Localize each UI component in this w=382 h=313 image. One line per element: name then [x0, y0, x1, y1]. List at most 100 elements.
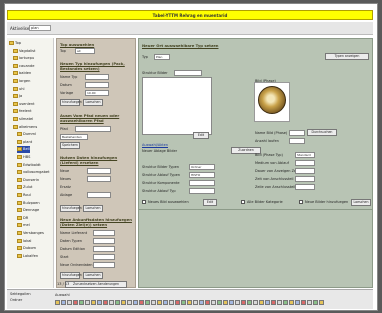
- toolbar-tool-icon[interactable]: [91, 300, 96, 305]
- main-type-select[interactable]: Plan: [154, 54, 170, 60]
- tree-item[interactable]: feelent: [13, 108, 32, 115]
- folder-select[interactable]: Bestehenden: [60, 134, 88, 140]
- toolbar-tool-icon[interactable]: [235, 300, 240, 305]
- tree-item[interactable]: alkeimens: [13, 124, 37, 131]
- toolbar-tool-icon[interactable]: [283, 300, 288, 305]
- tree-item[interactable]: Roul: [17, 192, 31, 199]
- toolbar-tool-icon[interactable]: [73, 300, 78, 305]
- toolbar-tool-icon[interactable]: [55, 300, 60, 305]
- all-images-checkbox[interactable]: [241, 200, 245, 204]
- toolbar-tool-icon[interactable]: [169, 300, 174, 305]
- arrival-field3-input[interactable]: [93, 246, 115, 252]
- toolbar-tool-icon[interactable]: [211, 300, 216, 305]
- add-type-button[interactable]: hinzufuegen: [60, 99, 82, 106]
- duration-input[interactable]: [295, 168, 315, 174]
- toolbar-tool-icon[interactable]: [259, 300, 264, 305]
- tree-item[interactable]: DR: [17, 215, 28, 222]
- count-input[interactable]: [289, 138, 305, 144]
- toolbar-tool-icon[interactable]: [253, 300, 258, 305]
- toolbar-tool-icon[interactable]: [295, 300, 300, 305]
- time-input[interactable]: [295, 176, 315, 182]
- toolbar-tool-icon[interactable]: [85, 300, 90, 305]
- toolbar-tool-icon[interactable]: [121, 300, 126, 305]
- arrival-field4-input[interactable]: [93, 254, 115, 260]
- toolbar-tool-icon[interactable]: [247, 300, 252, 305]
- tree-item[interactable]: Dubom: [17, 245, 36, 252]
- tree-item[interactable]: uhl: [13, 86, 25, 93]
- edit-button[interactable]: Edit: [193, 132, 209, 139]
- toolbar-tool-icon[interactable]: [307, 300, 312, 305]
- path-input[interactable]: [75, 126, 111, 132]
- toolbar-tool-icon[interactable]: [67, 300, 72, 305]
- save-path-button[interactable]: Speichern: [60, 142, 80, 149]
- row4-input[interactable]: [189, 188, 215, 194]
- field2-input[interactable]: [87, 176, 111, 182]
- add-arrival-button[interactable]: hinzufuegen: [60, 272, 82, 279]
- tree-item[interactable]: vollosomgabet: [17, 169, 49, 176]
- name-input[interactable]: [85, 74, 109, 80]
- options-delete-button[interactable]: Loeschen: [351, 199, 371, 206]
- image-listbox[interactable]: [142, 77, 212, 135]
- toolbar-tool-icon[interactable]: [175, 300, 180, 305]
- browse-button[interactable]: Durchsuchen: [307, 129, 337, 136]
- delete-arrival-button[interactable]: Loeschen: [83, 272, 103, 279]
- toolbar-tool-icon[interactable]: [241, 300, 246, 305]
- toolbar-tool-icon[interactable]: [319, 300, 324, 305]
- mode-select[interactable]: plan: [29, 25, 51, 31]
- tree-item[interactable]: Versbanges: [17, 230, 44, 237]
- tree-item[interactable]: Lokalfen: [17, 253, 38, 260]
- toolbar-tool-icon[interactable]: [313, 300, 318, 305]
- toolbar-tool-icon[interactable]: [97, 300, 102, 305]
- select-image-checkbox[interactable]: [142, 200, 146, 204]
- tree-item[interactable]: Vagdalist: [13, 48, 35, 55]
- tree-item[interactable]: Dumml: [17, 131, 36, 138]
- toolbar-tool-icon[interactable]: [199, 300, 204, 305]
- tree-item[interactable]: Bell: [17, 146, 30, 154]
- line-input[interactable]: [295, 184, 315, 190]
- tree-item[interactable]: plant: [17, 139, 32, 146]
- reset-button[interactable]: Zuruecksetzen Aenderungen: [65, 281, 127, 288]
- add-data-button[interactable]: hinzufuegen: [60, 205, 82, 212]
- toolbar-tool-icon[interactable]: [277, 300, 282, 305]
- row3-input[interactable]: [189, 180, 215, 186]
- add-images-checkbox[interactable]: [299, 200, 303, 204]
- toolbar-tool-icon[interactable]: [289, 300, 294, 305]
- tree-item[interactable]: balden: [13, 70, 31, 77]
- toolbar-tool-icon[interactable]: [223, 300, 228, 305]
- arrival-field2-input[interactable]: [93, 238, 115, 244]
- type-select[interactable]: all: [75, 48, 95, 54]
- arrival-field1-input[interactable]: [93, 230, 115, 236]
- structure-input[interactable]: [174, 70, 202, 76]
- tree-item[interactable]: mel: [17, 222, 30, 229]
- toolbar-tool-icon[interactable]: [265, 300, 270, 305]
- toolbar-tool-icon[interactable]: [145, 300, 150, 305]
- toolbar-tool-icon[interactable]: [217, 300, 222, 305]
- toolbar-tool-icon[interactable]: [157, 300, 162, 305]
- delete-type-button[interactable]: Loeschen: [83, 99, 103, 106]
- toolbar-tool-icon[interactable]: [163, 300, 168, 305]
- toolbar-tool-icon[interactable]: [109, 300, 114, 305]
- field4-input[interactable]: [87, 192, 111, 198]
- options-edit-button[interactable]: Edit: [203, 199, 217, 206]
- row2-input[interactable]: HISTO: [189, 172, 215, 178]
- toolbar-tool-icon[interactable]: [127, 300, 132, 305]
- field1-input[interactable]: [87, 168, 111, 174]
- toolbar-tool-icon[interactable]: [205, 300, 210, 305]
- toolbar-tool-icon[interactable]: [139, 300, 144, 305]
- toolbar-tool-icon[interactable]: [133, 300, 138, 305]
- toolbar-tool-icon[interactable]: [193, 300, 198, 305]
- tree-item[interactable]: Zulut: [17, 184, 32, 191]
- toolbar-tool-icon[interactable]: [151, 300, 156, 305]
- vorlage-input[interactable]: 10.00: [85, 90, 109, 96]
- show-types-button[interactable]: Typen anzeigen: [325, 53, 369, 60]
- tree-item[interactable]: Dunserin: [17, 177, 39, 184]
- tree-item[interactable]: HBS: [17, 154, 30, 161]
- tree-item[interactable]: cauande: [13, 63, 34, 70]
- arrival-field5-input[interactable]: [93, 262, 115, 268]
- toolbar-tool-icon[interactable]: [187, 300, 192, 305]
- toolbar-tool-icon[interactable]: [301, 300, 306, 305]
- tree-item[interactable]: Dennage: [17, 207, 39, 214]
- files-link[interactable]: Auswahl/Akten: [142, 143, 168, 147]
- toolbar-tool-icon[interactable]: [103, 300, 108, 305]
- tree-item[interactable]: Top: [9, 40, 21, 47]
